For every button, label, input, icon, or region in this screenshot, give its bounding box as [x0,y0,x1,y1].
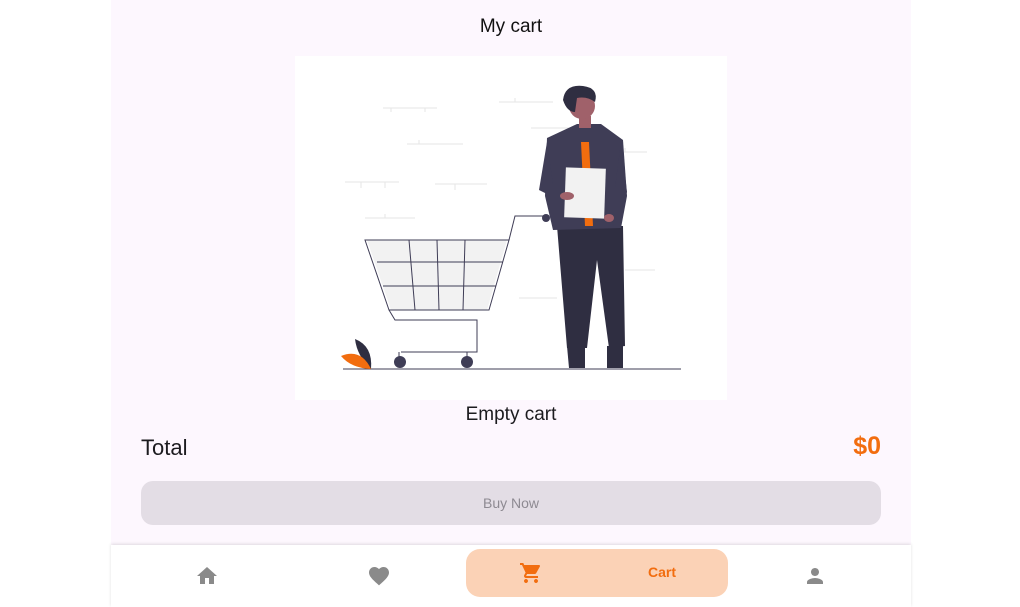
empty-cart-message: Empty cart [465,404,557,425]
heart-icon [369,567,389,586]
buy-now-button[interactable]: Buy Now [141,481,881,525]
nav-home[interactable] [189,545,225,607]
home-icon [197,567,217,584]
cart-icon [520,563,541,583]
bottom-navigation: Cart [111,545,911,607]
nav-favorites[interactable] [361,545,397,607]
person-icon [807,568,823,584]
cart-screen: My cart Empty cart Total $0 Buy Now [111,0,911,607]
nav-cart[interactable]: Cart [466,549,728,597]
nav-cart-label: Cart [648,564,677,580]
page-title: My cart [479,16,543,37]
total-amount: $0 [853,432,881,460]
empty-cart-illustration [295,56,727,400]
total-label: Total [141,435,188,460]
nav-profile[interactable] [797,545,833,607]
